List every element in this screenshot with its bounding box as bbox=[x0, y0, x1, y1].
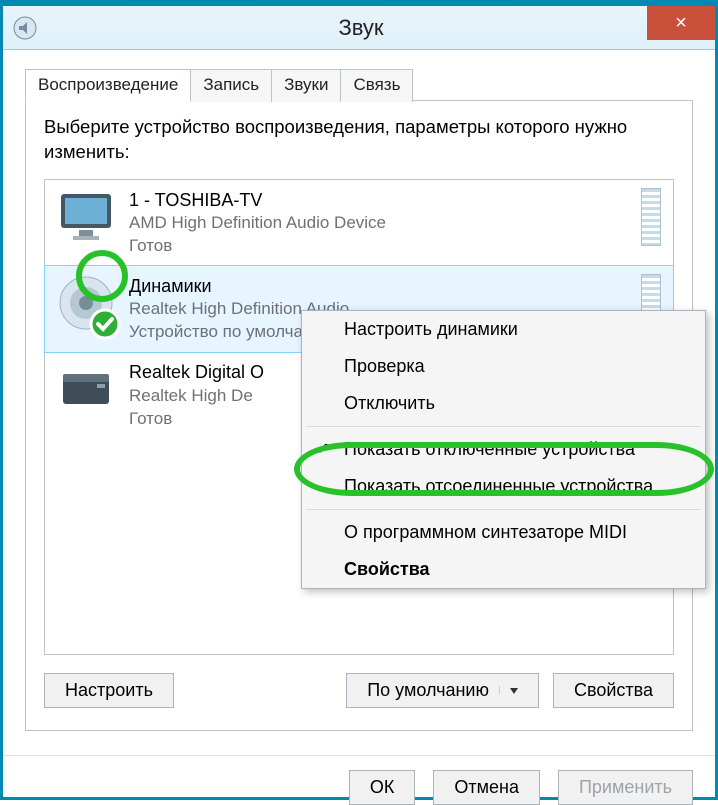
device-driver: AMD High Definition Audio Device bbox=[129, 212, 633, 235]
menu-configure-speakers[interactable]: Настроить динамики bbox=[302, 311, 705, 348]
menu-show-disabled[interactable]: Показать отключенные устройства bbox=[302, 431, 705, 468]
device-title: 1 - TOSHIBA-TV bbox=[129, 188, 633, 212]
menu-properties[interactable]: Свойства bbox=[302, 551, 705, 588]
set-default-dropdown[interactable]: По умолчанию bbox=[346, 673, 539, 708]
level-meter bbox=[641, 188, 661, 246]
configure-button[interactable]: Настроить bbox=[44, 673, 174, 708]
properties-button[interactable]: Свойства bbox=[553, 673, 674, 708]
menu-separator bbox=[306, 509, 701, 510]
dialog-button-row: ОК Отмена Применить bbox=[3, 755, 715, 805]
speaker-icon bbox=[57, 274, 115, 332]
menu-separator bbox=[306, 426, 701, 427]
tab-sounds[interactable]: Звуки bbox=[271, 69, 341, 102]
menu-midi-synth[interactable]: О программном синтезаторе MIDI bbox=[302, 514, 705, 551]
device-row-toshiba[interactable]: 1 - TOSHIBA-TV AMD High Definition Audio… bbox=[45, 180, 673, 266]
tab-playback[interactable]: Воспроизведение bbox=[25, 69, 191, 102]
window-title: Звук bbox=[47, 15, 675, 41]
tab-strip: Воспроизведение Запись Звуки Связь bbox=[25, 69, 412, 102]
chevron-down-icon bbox=[510, 688, 518, 694]
device-title: Динамики bbox=[129, 274, 633, 298]
titlebar: Звук × bbox=[3, 6, 715, 50]
menu-disable[interactable]: Отключить bbox=[302, 385, 705, 422]
tab-communications[interactable]: Связь bbox=[340, 69, 413, 102]
menu-test[interactable]: Проверка bbox=[302, 348, 705, 385]
device-status: Готов bbox=[129, 235, 633, 258]
monitor-icon bbox=[57, 188, 115, 246]
set-default-label: По умолчанию bbox=[367, 680, 489, 701]
close-icon: × bbox=[675, 12, 687, 35]
context-menu: Настроить динамики Проверка Отключить По… bbox=[301, 310, 706, 589]
instruction-text: Выберите устройство воспроизведения, пар… bbox=[44, 115, 674, 165]
sound-app-icon bbox=[13, 16, 37, 40]
tab-record[interactable]: Запись bbox=[190, 69, 272, 102]
default-check-badge bbox=[89, 308, 121, 340]
menu-show-disconnected[interactable]: Показать отсоединенные устройства bbox=[302, 468, 705, 505]
audio-box-icon bbox=[57, 360, 115, 418]
close-button[interactable]: × bbox=[647, 6, 715, 40]
